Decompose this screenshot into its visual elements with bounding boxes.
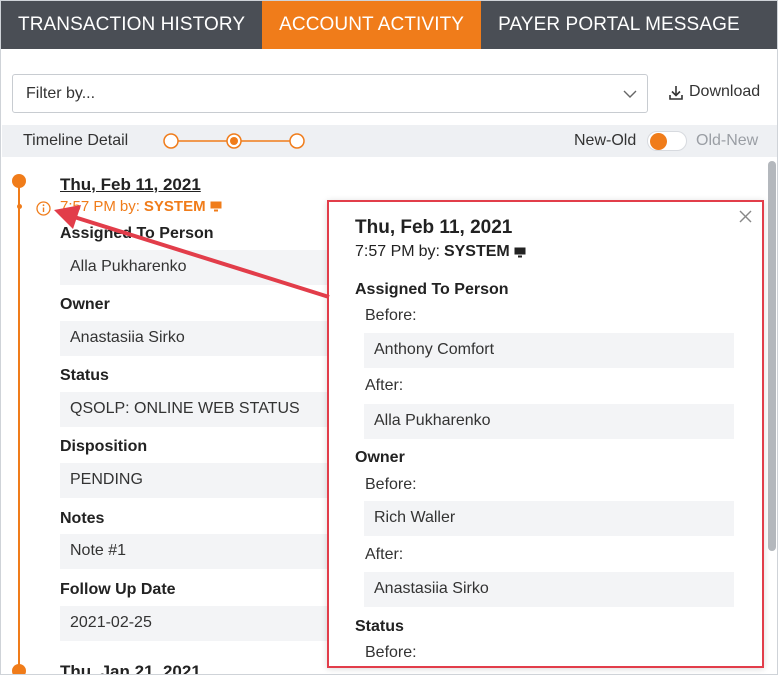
after-value: Alla Pukharenko — [364, 404, 734, 439]
change-label: Assigned To Person — [355, 281, 509, 298]
entry-by: SYSTEM — [143, 198, 206, 215]
before-label: Before: — [365, 476, 417, 493]
field-value: QSOLP: ONLINE WEB STATUS — [60, 392, 360, 427]
timeline-detail-slider[interactable] — [162, 132, 310, 150]
popover-date: Thu, Feb 11, 2021 — [355, 217, 513, 238]
field-value: 2021-02-25 — [60, 606, 360, 641]
after-value: Anastasiia Sirko — [364, 572, 734, 607]
timeline-detail-label: Timeline Detail — [23, 132, 129, 149]
tab-bar: TRANSACTION HISTORY ACCOUNT ACTIVITY PAY… — [1, 1, 777, 49]
sort-order-toggle[interactable] — [647, 131, 687, 151]
change-label: Owner — [355, 449, 405, 466]
chevron-down-icon — [623, 90, 637, 98]
popover-meta: 7:57 PM by: SYSTEM — [355, 243, 526, 261]
download-button[interactable]: Download — [669, 83, 760, 101]
filter-select[interactable]: Filter by... — [12, 74, 648, 113]
account-activity-panel: TRANSACTION HISTORY ACCOUNT ACTIVITY PAY… — [0, 0, 778, 675]
change-detail-popover: Thu, Feb 11, 2021 7:57 PM by: SYSTEM Ass… — [327, 200, 764, 668]
popover-by-label: by: — [418, 243, 440, 260]
timeline-subdot — [16, 204, 22, 209]
scrollbar[interactable] — [766, 157, 777, 674]
sort-new-old-label[interactable]: New-Old — [574, 132, 636, 150]
slider-stop-1 — [163, 133, 179, 149]
field-label: Status — [60, 367, 109, 384]
before-value: Anthony Comfort — [364, 333, 734, 368]
timeline-dot-next — [12, 664, 26, 674]
timeline-toolbar: Timeline Detail New-Old Old-New — [2, 125, 777, 157]
field-label: Owner — [60, 296, 110, 313]
slider-stop-3 — [289, 133, 305, 149]
change-label: Status — [355, 618, 404, 635]
monitor-icon — [210, 201, 222, 212]
after-label: After: — [365, 546, 404, 563]
field-label: Disposition — [60, 438, 148, 455]
after-label: After: — [365, 377, 404, 394]
field-value: Note #1 — [60, 534, 360, 569]
download-icon — [669, 85, 683, 100]
tab-transaction-history[interactable]: TRANSACTION HISTORY — [1, 1, 262, 49]
popover-by: SYSTEM — [443, 243, 510, 260]
field-label: Assigned To Person — [60, 225, 214, 242]
slider-stop-2-fill — [230, 137, 238, 145]
download-label: Download — [689, 83, 761, 100]
next-entry-date[interactable]: Thu, Jan 21, 2021 — [60, 662, 201, 674]
entry-date[interactable]: Thu, Feb 11, 2021 — [60, 175, 201, 195]
field-value: Anastasiia Sirko — [60, 321, 360, 356]
timeline-dot — [12, 174, 26, 188]
field-label: Follow Up Date — [60, 581, 176, 598]
filter-placeholder: Filter by... — [26, 85, 96, 102]
tab-account-activity[interactable]: ACCOUNT ACTIVITY — [262, 1, 482, 49]
field-value: Alla Pukharenko — [60, 250, 360, 285]
toggle-knob — [650, 133, 667, 150]
tab-payer-portal-message[interactable]: PAYER PORTAL MESSAGE — [481, 1, 757, 49]
before-label: Before: — [365, 644, 417, 661]
popover-time: 7:57 PM — [355, 243, 415, 260]
field-label: Notes — [60, 510, 105, 527]
monitor-icon — [514, 247, 526, 257]
info-icon[interactable] — [36, 201, 51, 216]
sort-old-new-label[interactable]: Old-New — [696, 132, 758, 150]
scrollbar-thumb[interactable] — [768, 161, 776, 551]
before-value: Rich Waller — [364, 501, 734, 536]
entry-by-label: by: — [119, 198, 140, 215]
entry-time: 7:57 PM — [60, 198, 116, 215]
before-label: Before: — [365, 307, 417, 324]
field-value: PENDING — [60, 463, 360, 498]
entry-meta: 7:57 PM by: SYSTEM — [60, 198, 222, 215]
close-icon[interactable] — [739, 210, 752, 223]
timeline-line — [18, 179, 20, 669]
